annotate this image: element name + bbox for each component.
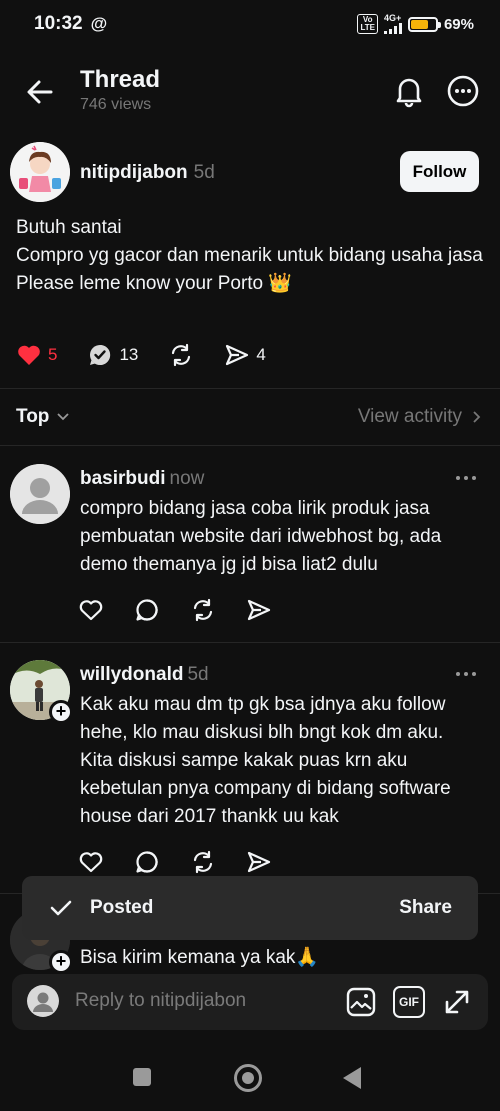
battery-icon: [407, 16, 441, 32]
view-activity-link[interactable]: View activity: [358, 406, 484, 428]
default-avatar-icon: [10, 464, 70, 524]
sort-dropdown[interactable]: Top: [16, 406, 71, 428]
post-username[interactable]: nitipdijabon: [80, 162, 188, 183]
repost-button[interactable]: [168, 342, 194, 368]
divider: [0, 388, 500, 389]
sort-label: Top: [16, 406, 50, 427]
back-arrow-icon[interactable]: [22, 74, 58, 110]
post-author-line: nitipdijabon 5d: [80, 162, 215, 184]
expand-icon[interactable]: [441, 986, 473, 1018]
sort-bar: Top View activity: [16, 398, 484, 436]
send-icon: [226, 344, 249, 366]
battery-percent: 69%: [443, 15, 474, 33]
reply-username[interactable]: willydonald: [80, 664, 183, 685]
follow-plus-icon[interactable]: +: [49, 950, 73, 974]
follow-button[interactable]: Follow: [400, 151, 479, 192]
send-icon[interactable]: [246, 849, 272, 875]
share-count: 4: [256, 345, 266, 364]
system-nav-bar: [0, 1052, 500, 1102]
threads-notification-icon: @: [90, 14, 108, 33]
share-button[interactable]: 4: [224, 342, 266, 368]
repost-icon[interactable]: [190, 597, 216, 623]
back-button[interactable]: [343, 1067, 361, 1089]
post-author-avatar[interactable]: [10, 142, 70, 202]
comment-count: 13: [119, 345, 139, 364]
divider: [0, 642, 500, 643]
repost-icon[interactable]: [190, 849, 216, 875]
post-line: Compro yg gacor dan menarik untuk bidang…: [16, 245, 483, 266]
comment-check-icon: [90, 344, 111, 365]
gif-icon[interactable]: GIF: [393, 986, 425, 1018]
reply-time: now: [169, 468, 205, 489]
reply-text: Bisa kirim kemana ya kak🙏: [80, 947, 320, 968]
posted-toast: Posted Share: [22, 876, 478, 940]
default-avatar-icon: [27, 985, 59, 1017]
reply-actions: [78, 849, 272, 875]
bell-icon[interactable]: [392, 74, 426, 108]
reply-avatar[interactable]: [10, 464, 70, 524]
toast-share-button[interactable]: Share: [399, 897, 452, 919]
like-count: 5: [48, 345, 58, 364]
reply-more-icon[interactable]: [456, 476, 482, 484]
view-activity-label: View activity: [357, 406, 462, 427]
divider: [0, 445, 500, 446]
reply-input[interactable]: Reply to nitipdijabon: [75, 990, 246, 1012]
reply-more-icon[interactable]: [456, 672, 482, 680]
reply-composer[interactable]: Reply to nitipdijabon GIF: [12, 974, 488, 1030]
toast-label: Posted: [90, 897, 154, 918]
post-line: Butuh santai: [16, 217, 122, 238]
heart-icon[interactable]: [78, 597, 104, 623]
comment-button[interactable]: 13: [87, 342, 138, 368]
comment-icon[interactable]: [134, 849, 160, 875]
recents-button[interactable]: [133, 1068, 151, 1086]
heart-filled-icon: [18, 345, 40, 365]
more-options-icon[interactable]: [446, 74, 480, 108]
reply-actions: [78, 597, 272, 623]
network-type: 4G+: [383, 13, 402, 23]
chevron-down-icon: [57, 413, 70, 421]
comment-icon[interactable]: [134, 597, 160, 623]
check-icon: [50, 900, 72, 916]
reply-time: 5d: [187, 664, 209, 685]
home-button[interactable]: [234, 1064, 262, 1092]
repost-icon: [172, 343, 191, 367]
thread-header: Thread 746 views: [0, 60, 500, 122]
volte-icon: Vo LTE: [357, 14, 378, 34]
like-button[interactable]: 5: [16, 342, 57, 368]
chevron-right-icon: [473, 411, 481, 423]
status-time: 10:32: [34, 13, 83, 34]
cartoon-avatar-icon: [10, 142, 70, 202]
view-count: 746 views: [80, 96, 152, 113]
image-icon[interactable]: [345, 986, 377, 1018]
page-title: Thread: [80, 66, 161, 93]
status-bar: 10:32 @ Vo LTE 4G+ 69%: [0, 0, 500, 48]
post-body: Butuh santai Compro yg gacor dan menarik…: [16, 214, 486, 298]
user-avatar: [27, 985, 59, 1017]
reply-username[interactable]: basirbudi: [80, 468, 166, 489]
post-line: Please leme know your Porto 👑: [16, 273, 293, 294]
reply-author-line: basirbudi now: [80, 468, 204, 490]
post-time: 5d: [193, 162, 215, 183]
send-icon[interactable]: [246, 597, 272, 623]
reply-author-line: willydonald 5d: [80, 664, 209, 686]
follow-plus-icon[interactable]: +: [49, 700, 73, 724]
post-actions: 5 13 4: [16, 342, 296, 368]
signal-icon: [383, 23, 402, 34]
reply-text: Kak aku mau dm tp gk bsa jdnya aku follo…: [80, 694, 451, 827]
heart-icon[interactable]: [78, 849, 104, 875]
reply-text: compro bidang jasa coba lirik produk jas…: [80, 498, 442, 575]
